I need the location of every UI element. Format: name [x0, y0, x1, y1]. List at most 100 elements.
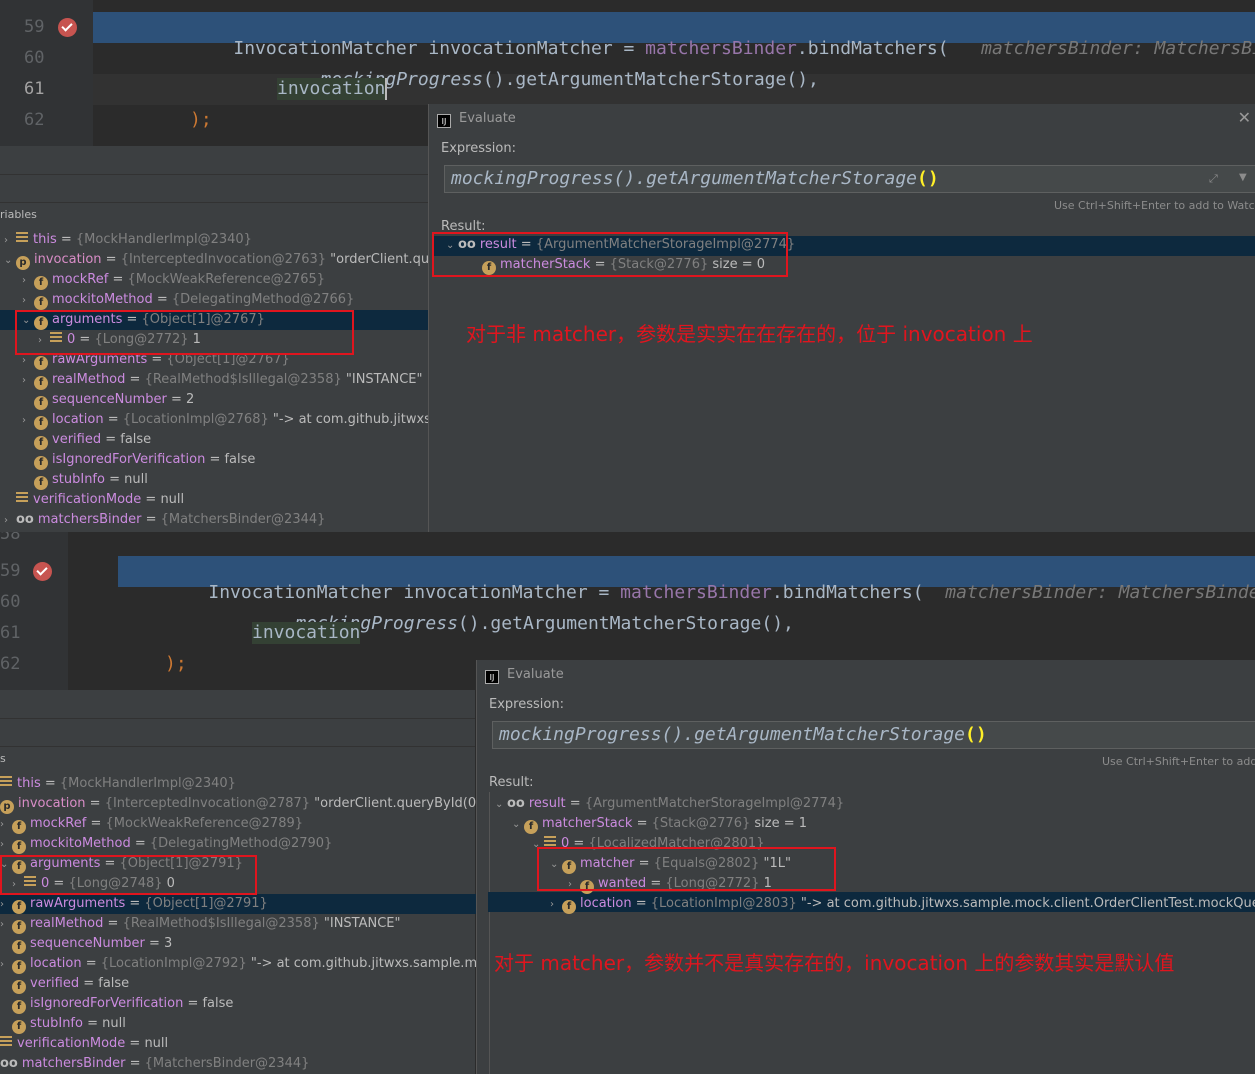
var-name: invocation: [34, 252, 102, 267]
field-icon: f: [34, 416, 48, 430]
var-name: location: [52, 412, 104, 427]
expand-icon[interactable]: ⤢: [1209, 172, 1218, 186]
equals: =: [101, 252, 121, 267]
line-number: 60: [0, 592, 21, 612]
tree-row[interactable]: › f location = {LocationImpl@2803} "-> at …: [550, 894, 1255, 914]
tree-row[interactable]: ⌄ p invocation = {InterceptedInvocation@27…: [4, 250, 479, 270]
tree-row[interactable]: › f mockRef = {MockWeakReference@2789}: [0, 814, 303, 834]
tree-row[interactable]: › f realMethod = {RealMethod$IsIllegal@235…: [22, 370, 423, 390]
editor-gutter: [0, 0, 93, 146]
tree-row[interactable]: verificationMode = null: [0, 1034, 168, 1054]
annotation: 对于 matcher，参数并不是真实存在的，invocation 上的参数其实是…: [494, 951, 1175, 975]
var-extra: = null: [125, 1036, 169, 1051]
chevron-down-icon[interactable]: ⌄: [512, 815, 524, 835]
chevron-right-icon[interactable]: ›: [0, 955, 12, 975]
var-value: {LocationImpl@2768}: [122, 412, 269, 427]
var-name: location: [30, 956, 82, 971]
chevron-down-icon[interactable]: ⌄: [495, 795, 507, 815]
chevron-right-icon[interactable]: ›: [0, 815, 12, 835]
var-extra: = null: [82, 1016, 126, 1031]
chevron-right-icon[interactable]: ›: [0, 915, 12, 935]
tree-row[interactable]: › oo matchersBinder = {MatchersBinder@2344…: [4, 510, 325, 530]
parameter-icon: p: [0, 800, 14, 814]
field-icon: f: [562, 900, 576, 914]
var-value: {InterceptedInvocation@2787}: [104, 796, 311, 811]
tree-row[interactable]: f verified = false: [22, 430, 151, 450]
chevron-right-icon[interactable]: ›: [4, 511, 16, 531]
field-icon: f: [12, 820, 26, 834]
var-value: {Object[1]@2791}: [144, 896, 268, 911]
breakpoint-icon[interactable]: [58, 18, 77, 37]
var-value: {Stack@2776}: [651, 816, 751, 831]
line-number: 61: [24, 79, 45, 99]
var-value: {MockHandlerImpl@2340}: [75, 232, 252, 247]
tree-row[interactable]: verificationMode = null: [4, 490, 184, 510]
tree-row[interactable]: f sequenceNumber = 3: [0, 934, 172, 954]
tree-row[interactable]: › f realMethod = {RealMethod$IsIllegal@235…: [0, 914, 401, 934]
tree-row[interactable]: ⌄ f matcherStack = {Stack@2776} size = 1: [512, 814, 807, 834]
tree-row[interactable]: p invocation = {InterceptedInvocation@278…: [0, 794, 499, 814]
tree-row[interactable]: › f location = {LocationImpl@2792} "-> at …: [0, 954, 544, 974]
tree-row[interactable]: › f mockitoMethod = {DelegatingMethod@2790…: [0, 834, 332, 854]
field-icon: f: [12, 960, 26, 974]
var-name: matchersBinder: [37, 512, 142, 527]
dialog-title: IJ Evaluate: [437, 111, 516, 128]
var-name: realMethod: [52, 372, 126, 387]
chevron-right-icon[interactable]: ›: [0, 895, 12, 915]
tree-row[interactable]: oo matchersBinder = {MatchersBinder@2344}: [0, 1054, 309, 1074]
line-number: 58: [0, 532, 21, 544]
tree-row[interactable]: › f mockRef = {MockWeakReference@2765}: [22, 270, 325, 290]
chevron-right-icon[interactable]: ›: [22, 371, 34, 391]
field-icon: f: [34, 376, 48, 390]
tree-row[interactable]: f verified = false: [0, 974, 129, 994]
var-extra: = 2: [166, 392, 195, 407]
var-name: rawArguments: [30, 896, 126, 911]
var-name: isIgnoredForVerification: [52, 452, 206, 467]
tree-row[interactable]: f isIgnoredForVerification = false: [22, 450, 255, 470]
var-value: {RealMethod$IsIllegal@2358}: [122, 916, 320, 931]
var-extra: "INSTANCE": [319, 916, 401, 931]
array-icon: [0, 1036, 12, 1048]
field-icon: f: [12, 980, 26, 994]
tree-row[interactable]: › f location = {LocationImpl@2768} "-> at …: [22, 410, 482, 430]
chevron-right-icon[interactable]: ›: [4, 231, 16, 251]
field-icon: f: [34, 356, 48, 370]
tree-row[interactable]: f stubInfo = null: [22, 470, 148, 490]
tree-row[interactable]: f sequenceNumber = 2: [22, 390, 194, 410]
field-icon: f: [12, 1000, 26, 1014]
chevron-right-icon[interactable]: ›: [22, 291, 34, 311]
equals: =: [125, 1056, 145, 1071]
tree-row[interactable]: f isIgnoredForVerification = false: [0, 994, 233, 1014]
dropdown-icon[interactable]: ▼: [1239, 172, 1247, 183]
chevron-down-icon[interactable]: ⌄: [4, 251, 16, 271]
chevron-right-icon[interactable]: ›: [550, 895, 562, 915]
top-screenshot: 59 60 61 62 InvocationMatcher invocation…: [0, 0, 1255, 532]
var-value: {MatchersBinder@2344}: [160, 512, 326, 527]
line-number: 61: [0, 623, 21, 643]
var-name: mockitoMethod: [30, 836, 131, 851]
chevron-right-icon[interactable]: ›: [0, 835, 12, 855]
tree-row[interactable]: ⌄ oo result = {ArgumentMatcherStorageImpl@…: [495, 794, 844, 814]
field-icon: f: [12, 900, 26, 914]
tree-row[interactable]: f stubInfo = null: [0, 1014, 126, 1034]
equals: =: [141, 512, 161, 527]
variables-title: riables: [0, 208, 37, 221]
code-line-61: invocation: [252, 622, 361, 644]
equals: =: [631, 896, 651, 911]
close-icon[interactable]: ✕: [1238, 108, 1251, 127]
var-name: mockRef: [52, 272, 109, 287]
expression-input[interactable]: mockingProgress().getArgumentMatcherStor…: [492, 721, 1255, 749]
breakpoint-icon[interactable]: [33, 562, 52, 581]
var-extra: "-> at com.github.jitwxs.sample.mock.cli…: [800, 896, 1255, 911]
chevron-right-icon[interactable]: ›: [22, 411, 34, 431]
expression-input[interactable]: mockingProgress().getArgumentMatcherStor…: [444, 165, 1255, 193]
var-name: location: [580, 896, 632, 911]
annotation: 对于非 matcher，参数是实实在在存在的，位于 invocation 上: [466, 322, 1033, 346]
tree-row[interactable]: › this = {MockHandlerImpl@2340}: [4, 230, 252, 250]
tree-row[interactable]: this = {MockHandlerImpl@2340}: [0, 774, 236, 794]
dialog-title: IJ Evaluate: [485, 667, 564, 684]
tree-row[interactable]: › f mockitoMethod = {DelegatingMethod@2766…: [22, 290, 354, 310]
chevron-right-icon[interactable]: ›: [22, 271, 34, 291]
tree-row[interactable]: › f rawArguments = {Object[1]@2791}: [0, 894, 268, 914]
var-name: matcherStack: [542, 816, 633, 831]
